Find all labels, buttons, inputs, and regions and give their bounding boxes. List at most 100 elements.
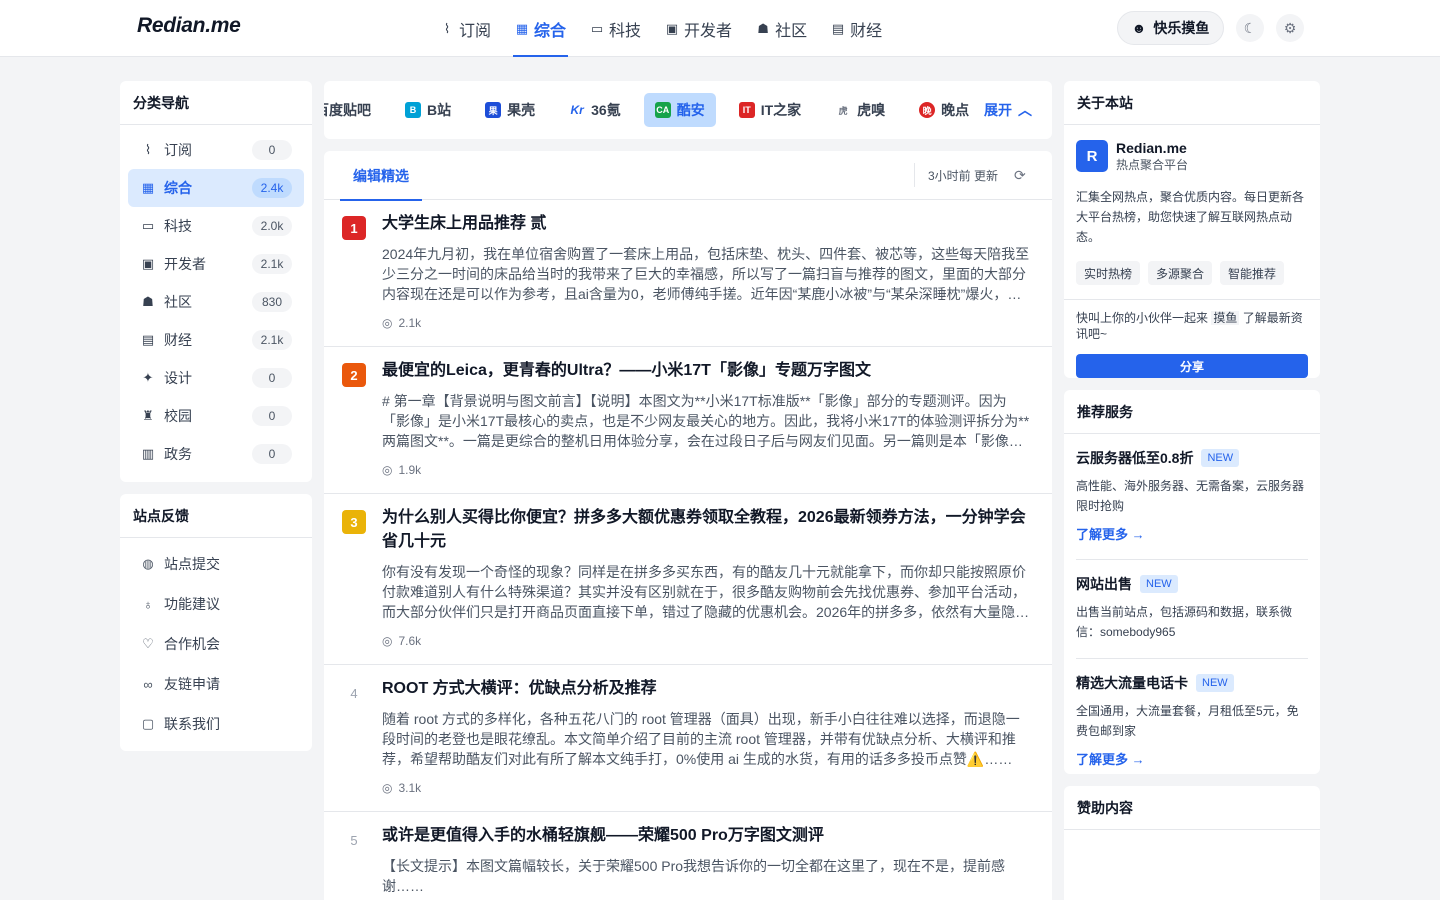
chevron-up-icon: ︿ — [1018, 102, 1032, 118]
source-label: 酷安 — [676, 102, 705, 118]
learn-more-link[interactable]: 了解更多 → — [1076, 749, 1308, 768]
feed-list: 1 大学生床上用品推荐 贰 2024年九月初，我在单位宿舍购置了一套床上用品，包括床… — [324, 200, 1052, 900]
users-icon: ☗ — [142, 294, 154, 309]
sponsor-card: 赞助内容 — [1064, 786, 1320, 900]
feed-item[interactable]: 2 最便宜的Leica，更青春的Ultra？——小米17T「影像」专题万字图文 # … — [324, 347, 1052, 494]
tab-editor-picks[interactable]: 编辑精选 — [340, 151, 422, 201]
feed-item-title[interactable]: 大学生床上用品推荐 贰 — [382, 212, 1032, 236]
ithome-icon: IT — [738, 102, 755, 118]
feed-item[interactable]: 5 或许是更值得入手的水桶轻旗舰——荣耀500 Pro万字图文测评 【长文提示】本图… — [324, 812, 1052, 900]
category-nav-title: 分类导航 — [120, 81, 312, 125]
feedback-item-contact[interactable]: ▢ 联系我们 — [128, 704, 304, 744]
expand-sources-button[interactable]: 展开 ︿ — [984, 93, 1042, 127]
feedback-label: 站点提交 — [164, 556, 220, 572]
nav-tab-label: 综合 — [534, 22, 567, 40]
settings-button[interactable]: ⚙ — [1276, 14, 1304, 42]
feed-item-title[interactable]: 最便宜的Leica，更青春的Ultra？——小米17T「影像」专题万字图文 — [382, 359, 1032, 383]
nav-tab-tech[interactable]: ▭ 科技 — [578, 0, 653, 57]
brand-row: R Redian.me 热点聚合平台 — [1076, 139, 1308, 173]
users-icon: ☗ — [757, 20, 769, 36]
refresh-icon[interactable]: ⟳ — [1014, 151, 1026, 200]
brand-name: Redian.me — [1116, 140, 1187, 156]
rss-icon: ⌇ — [144, 142, 152, 157]
category-label: 开发者 — [164, 256, 206, 272]
rank-badge: 4 — [350, 685, 358, 701]
nav-tab-general[interactable]: ▦ 综合 — [503, 0, 578, 57]
feed-item-title[interactable]: ROOT 方式大横评：优缺点分析及推荐 — [382, 677, 1032, 701]
category-item-community[interactable]: ☗ 社区 830 — [128, 283, 304, 321]
about-card: 关于本站 R Redian.me 热点聚合平台 汇集全网热点，聚合优质内容。每日… — [1064, 81, 1320, 378]
source-tab-coolapk[interactable]: CA 酷安 — [643, 93, 716, 127]
link-icon: ∞ — [143, 676, 153, 692]
fire-icon: ◎ — [382, 463, 393, 477]
service-title-row: 云服务器低至0.8折 NEW — [1076, 448, 1308, 468]
fire-icon: ◎ — [382, 316, 393, 330]
invite-pre: 快叫上你的小伙伴一起来 — [1076, 311, 1209, 325]
source-tab-latepost[interactable]: 晚晚点 — [908, 93, 980, 127]
source-label: 百度贴吧 — [324, 102, 371, 118]
coolapk-icon: CA — [654, 102, 671, 118]
bilibili-icon: B — [405, 102, 421, 118]
category-label: 科技 — [164, 218, 192, 234]
feedback-item-friend-link[interactable]: ∞ 友链申请 — [128, 664, 304, 704]
category-label: 财经 — [164, 332, 192, 348]
theme-toggle-button[interactable]: ☾ — [1236, 14, 1264, 42]
view-count: 2.1k — [398, 316, 422, 330]
feed-item-meta: ◎ 7.6k — [382, 634, 1032, 648]
invite-keyword: 摸鱼 — [1211, 311, 1240, 325]
learn-more-link[interactable]: 了解更多 → — [1076, 524, 1308, 543]
source-tab-36kr[interactable]: Kr 36氪 — [558, 93, 632, 127]
service-item: 云服务器低至0.8折 NEW 高性能、海外服务器、无需备案，云服务器限时抢购 了解更多… — [1076, 434, 1308, 560]
share-button[interactable]: 分享 — [1076, 354, 1308, 378]
feedback-item-suggestion[interactable]: ♁ 功能建议 — [128, 584, 304, 624]
category-item-developer[interactable]: ▣ 开发者 2.1k — [128, 245, 304, 283]
category-item-design[interactable]: ✦ 设计 0 — [128, 359, 304, 397]
feed-item-meta: ◎ 3.1k — [382, 781, 1032, 795]
feed-item-title[interactable]: 或许是更值得入手的水桶轻旗舰——荣耀500 Pro万字图文测评 — [382, 824, 1032, 848]
source-tab-bilibili[interactable]: B B站 — [394, 93, 462, 127]
invite-text: 快叫上你的小伙伴一起来 摸鱼 了解最新资讯吧~ — [1064, 300, 1320, 342]
source-label: IT之家 — [760, 102, 802, 118]
fire-icon: ◎ — [382, 634, 393, 648]
source-tab-ithome[interactable]: IT IT之家 — [728, 93, 812, 127]
category-item-subscribe[interactable]: ⌇ 订阅 0 — [128, 131, 304, 169]
grid-icon: ▦ — [141, 180, 155, 195]
moon-icon: ☾ — [1243, 19, 1257, 36]
huxiu-icon: 虎 — [838, 105, 848, 116]
source-tab-guokr[interactable]: 果果壳 — [474, 93, 546, 127]
feed-item[interactable]: 3 为什么别人买得比你便宜？拼多多大额优惠券领取全教程，2026最新领券方法，一分… — [324, 494, 1052, 665]
category-item-tech[interactable]: ▭ 科技 2.0k — [128, 207, 304, 245]
category-item-general[interactable]: ▦ 综合 2.4k — [128, 169, 304, 207]
rank-badge: 3 — [342, 510, 366, 534]
category-item-campus[interactable]: ♜ 校园 0 — [128, 397, 304, 435]
36kr-icon: Kr — [570, 103, 584, 117]
handshake-icon: ♡ — [142, 636, 154, 651]
mood-button[interactable]: ☻ 快乐摸鱼 — [1117, 11, 1224, 45]
feed-item-summary: 你有没有发现一个奇怪的现象？同样是在拼多多买东西，有的酷友几十元就能拿下，而你却… — [382, 564, 1030, 620]
service-description: 出售当前站点，包括源码和数据，联系微信：somebody965 — [1076, 605, 1293, 639]
rank-badge: 2 — [342, 363, 366, 387]
site-logo[interactable]: Redian.me — [137, 14, 241, 38]
source-tab-huxiu[interactable]: 虎虎嗅 — [824, 93, 896, 127]
nav-tab-developer[interactable]: ▣ 开发者 — [653, 0, 744, 57]
services-title: 推荐服务 — [1064, 390, 1320, 434]
service-item: 精选大流量电话卡 NEW 全国通用，大流量套餐，月租低至5元，免费包邮到家 了解更多 … — [1076, 659, 1308, 784]
category-label: 设计 — [164, 370, 192, 386]
category-count-badge: 0 — [252, 406, 292, 426]
nav-tab-community[interactable]: ☗ 社区 — [744, 0, 819, 57]
feed-item[interactable]: 4 ROOT 方式大横评：优缺点分析及推荐随着 root 方式的多样化，各种五花八… — [324, 665, 1052, 812]
feedback-item-submit-site[interactable]: ◍ 站点提交 — [128, 544, 304, 584]
feed-item[interactable]: 1 大学生床上用品推荐 贰 2024年九月初，我在单位宿舍购置了一套床上用品，包括床… — [324, 200, 1052, 347]
feedback-item-cooperation[interactable]: ♡ 合作机会 — [128, 624, 304, 664]
sponsor-title: 赞助内容 — [1064, 786, 1320, 830]
view-count: 3.1k — [398, 781, 422, 795]
feed-item-summary: 随着 root 方式的多样化，各种五花八门的 root 管理器（面具）出现，新手… — [382, 711, 1020, 767]
category-item-finance[interactable]: ▤ 财经 2.1k — [128, 321, 304, 359]
category-count-badge: 0 — [252, 140, 292, 160]
feed-item-title[interactable]: 为什么别人买得比你便宜？拼多多大额优惠券领取全教程，2026最新领券方法，一分钟… — [382, 506, 1032, 554]
category-item-government[interactable]: ▥ 政务 0 — [128, 435, 304, 473]
nav-tab-subscribe[interactable]: ⌇ 订阅 — [428, 0, 503, 57]
source-tab-tieba[interactable]: 百度贴吧 — [324, 93, 382, 127]
service-title: 云服务器低至0.8折 — [1076, 450, 1194, 466]
nav-tab-finance[interactable]: ▤ 财经 — [819, 0, 894, 57]
